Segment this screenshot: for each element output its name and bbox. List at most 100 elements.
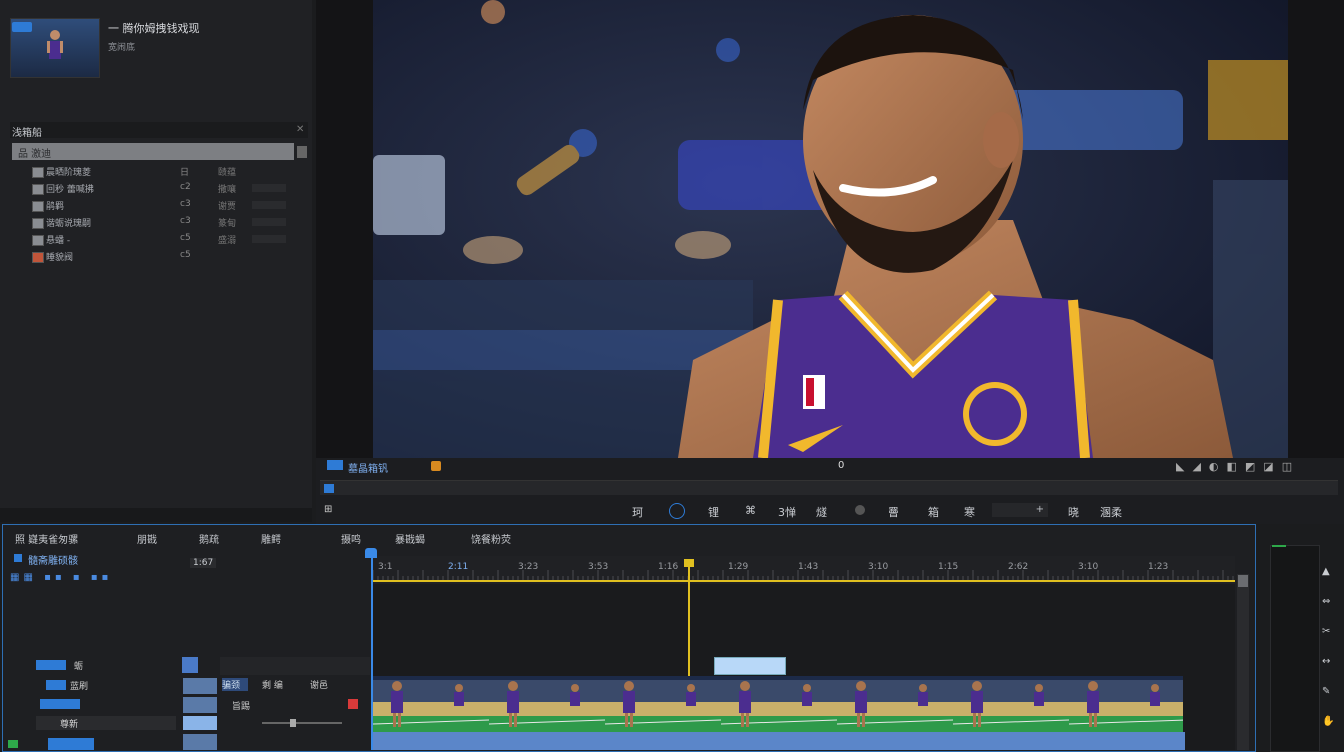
scrub-playhead-icon[interactable]: [324, 484, 334, 493]
export-frame-button[interactable]: 寒: [964, 504, 975, 520]
timeline-scroll-thumb[interactable]: [1238, 575, 1248, 587]
track-sync-icon[interactable]: [40, 699, 80, 709]
ruler-label: 2:11: [448, 562, 469, 572]
scrub-bar[interactable]: [320, 480, 1338, 495]
track-toggle-icons[interactable]: ▦▦ ▪▪ ▪ ▪▪: [10, 572, 112, 583]
track-label: 蛎: [74, 662, 84, 672]
list-item[interactable]: 睡貌阀 c5: [12, 249, 294, 264]
track-thumb: [183, 697, 217, 713]
list-item-name: 悬蟠 -: [46, 236, 71, 246]
clip-frame: [373, 676, 490, 732]
track-target-icon[interactable]: [48, 738, 94, 750]
track-target-icon[interactable]: [36, 660, 66, 670]
step-forward-button[interactable]: 锂: [708, 504, 719, 520]
project-selected-row[interactable]: 品 激迪: [12, 143, 294, 160]
tool-razor-icon[interactable]: ✂: [1322, 626, 1336, 638]
step-back-icon[interactable]: 珂: [632, 504, 643, 520]
track-lock-icon[interactable]: [182, 657, 198, 673]
playhead-line[interactable]: [688, 562, 690, 678]
list-item-bar: [252, 201, 286, 209]
file-icon: [32, 201, 44, 212]
tool-select-icon[interactable]: ▲: [1322, 566, 1336, 578]
end-label: 溷柔: [1100, 506, 1122, 519]
list-item-col2: c5: [180, 250, 191, 260]
timeline-title: 照 嶷夷雀匆骡: [15, 535, 79, 546]
list-item[interactable]: 回秒 蕾喊拂 c2 撒嚷: [12, 181, 294, 196]
volume-slider-handle[interactable]: [290, 719, 296, 727]
monitor-tool-icons[interactable]: ◣◢◐◧◩◪◫: [1176, 460, 1300, 473]
meter-level: [1272, 545, 1286, 547]
record-button[interactable]: [855, 505, 865, 515]
loop-button[interactable]: 3惮: [778, 504, 796, 520]
shuttle-button[interactable]: ⌘: [745, 504, 756, 517]
list-item-col3: 谢贾: [218, 202, 237, 212]
track-header-bar: [220, 657, 370, 675]
ruler-label: 3:10: [1078, 562, 1099, 572]
rewind-button[interactable]: 晓: [1068, 504, 1079, 520]
ruler-label: 1:23: [1148, 562, 1169, 572]
audio-clip[interactable]: [373, 732, 1185, 750]
play-button[interactable]: [669, 503, 685, 519]
list-item-name: 睡貌阀: [46, 253, 74, 263]
video-clip[interactable]: [373, 676, 1183, 732]
trim-button[interactable]: 燧: [816, 504, 827, 520]
clip-badge: [12, 22, 32, 32]
audio-meter: [1270, 545, 1320, 752]
clip-label-box[interactable]: [714, 657, 786, 675]
ruler-label: 1:29: [728, 562, 749, 572]
ruler-label: 3:1: [378, 562, 393, 572]
track-label: 旨踢: [232, 702, 251, 712]
basketball-player-image: [373, 0, 1288, 458]
volume-slider[interactable]: [262, 722, 342, 724]
track-label: 尊新: [60, 720, 79, 730]
monitor-label: 墓晶箱钒: [348, 464, 388, 475]
track-thumb: [183, 734, 217, 750]
sequence-name[interactable]: 髓斋雕硕骸: [28, 552, 78, 567]
marker-icon[interactable]: [431, 461, 441, 471]
program-monitor-video[interactable]: [373, 0, 1288, 458]
timecode-field[interactable]: +: [992, 503, 1048, 517]
selected-row-label: 品 激迪: [18, 149, 52, 160]
track-enable-icon[interactable]: [8, 740, 18, 748]
lift-button[interactable]: 罾: [888, 504, 899, 520]
tool-ripple-icon[interactable]: ⇔: [1322, 596, 1336, 608]
list-item-col3: 盛溺: [218, 236, 237, 246]
tab-4[interactable]: 摄鸣: [341, 531, 361, 546]
list-item[interactable]: 晨晒阶瑰菱 日 赜蕴: [12, 164, 294, 179]
list-item[interactable]: 悬蟠 - c5 盛溺: [12, 232, 294, 247]
tab-5[interactable]: 暴戡蝎: [395, 531, 425, 546]
sequence-icon: [14, 554, 22, 562]
list-item-bar: [252, 235, 286, 243]
timeline-scrollbar[interactable]: [1237, 574, 1249, 750]
track-control[interactable]: 谢邑: [310, 678, 328, 691]
scrollbar[interactable]: [297, 146, 307, 158]
list-item-col2: c2: [180, 182, 191, 192]
list-item-bar: [252, 184, 286, 192]
tab-2[interactable]: 鹅疏: [199, 531, 219, 546]
file-icon: [32, 218, 44, 229]
work-area-bar[interactable]: [373, 580, 1235, 582]
playhead-handle[interactable]: [684, 559, 694, 567]
record-track-icon[interactable]: [348, 699, 358, 709]
clip-frame: [836, 676, 954, 732]
tool-pen-icon[interactable]: ✎: [1322, 686, 1336, 698]
list-item[interactable]: 鹃羁 c3 谢贾: [12, 198, 294, 213]
track-control[interactable]: 剩 编: [262, 678, 283, 691]
ruler-label: 1:15: [938, 562, 959, 572]
project-footer: [0, 508, 312, 522]
tool-slip-icon[interactable]: ↔: [1322, 656, 1336, 668]
list-item-col3: 撒嚷: [218, 185, 237, 195]
track-control[interactable]: 骗颈: [222, 678, 248, 691]
list-item[interactable]: 谐蛎说瑰嗣 c3 篆甸: [12, 215, 294, 230]
track-sync-icon[interactable]: [46, 680, 66, 690]
track-row-selected[interactable]: [36, 716, 176, 730]
sequence-timecode[interactable]: 1:67: [190, 558, 217, 568]
monitor-icon: [327, 460, 343, 470]
close-icon[interactable]: ✕: [296, 124, 304, 135]
tool-hand-icon[interactable]: ✋: [1322, 716, 1336, 728]
tab-1[interactable]: 朋戡: [137, 531, 157, 546]
tab-3[interactable]: 雕鳄: [261, 531, 281, 546]
extract-button[interactable]: 箱: [928, 504, 939, 520]
tab-6[interactable]: 饶餐粉荧: [471, 531, 511, 546]
list-item-bar: [252, 218, 286, 226]
